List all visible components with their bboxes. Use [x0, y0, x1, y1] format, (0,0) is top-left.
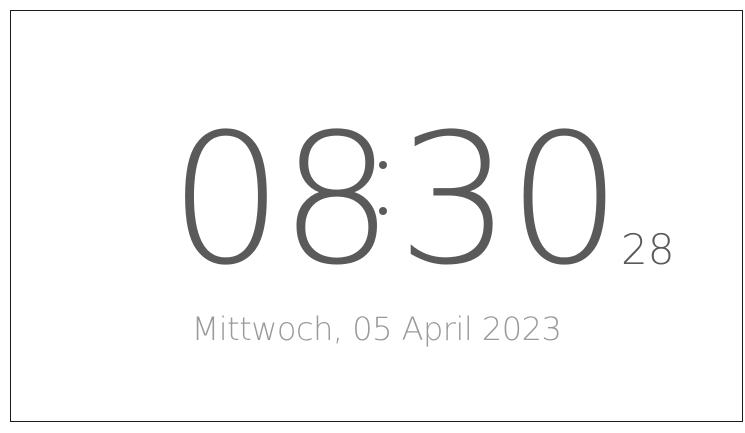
separator-dot-bottom — [379, 207, 387, 215]
clock-date: Mittwoch, 05 April 2023 — [191, 310, 562, 348]
clock-minutes: 30 — [397, 96, 622, 305]
clock-hours: 08 — [169, 96, 394, 305]
separator-dot-top — [379, 161, 387, 169]
time-display: 08 30 28 — [169, 106, 729, 296]
clock-frame: 08 30 28 Mittwoch, 05 April 2023 — [10, 10, 743, 422]
clock-seconds: 28 — [621, 225, 675, 274]
clock-widget: 08 30 28 Mittwoch, 05 April 2023 — [11, 11, 742, 421]
clock-separator — [377, 161, 389, 221]
